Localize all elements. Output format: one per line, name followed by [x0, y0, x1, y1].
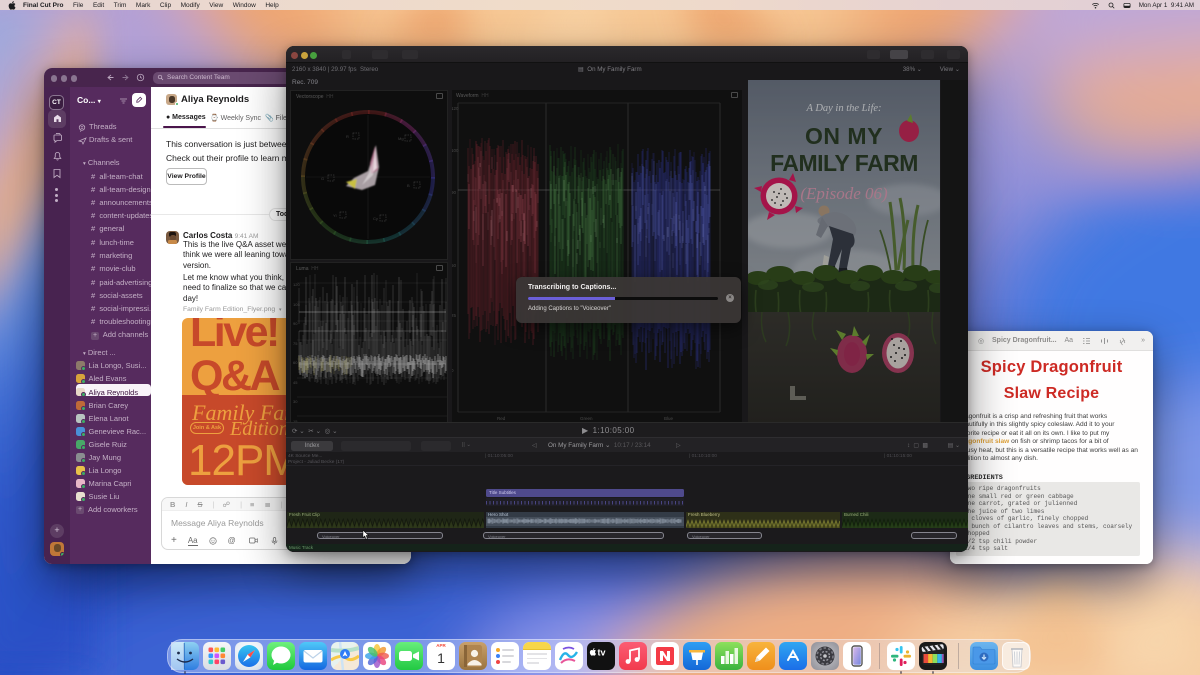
svg-text:25: 25	[452, 313, 457, 318]
svg-text:R: R	[346, 134, 349, 139]
svg-text:G: G	[321, 176, 324, 181]
svg-text:Green: Green	[580, 416, 593, 421]
svg-text:tv: tv	[598, 648, 606, 658]
svg-text:0: 0	[452, 368, 454, 373]
svg-text:120: 120	[452, 106, 459, 111]
svg-text:Yl: Yl	[333, 213, 337, 218]
svg-text:Mg: Mg	[398, 136, 404, 141]
svg-text:100: 100	[452, 148, 459, 153]
svg-text:50: 50	[452, 263, 457, 268]
svg-text:Blue: Blue	[664, 416, 674, 421]
svg-text:B: B	[407, 183, 410, 188]
svg-text:Red: Red	[497, 416, 506, 421]
svg-text:Cy: Cy	[373, 216, 378, 221]
svg-text:90: 90	[452, 190, 457, 195]
